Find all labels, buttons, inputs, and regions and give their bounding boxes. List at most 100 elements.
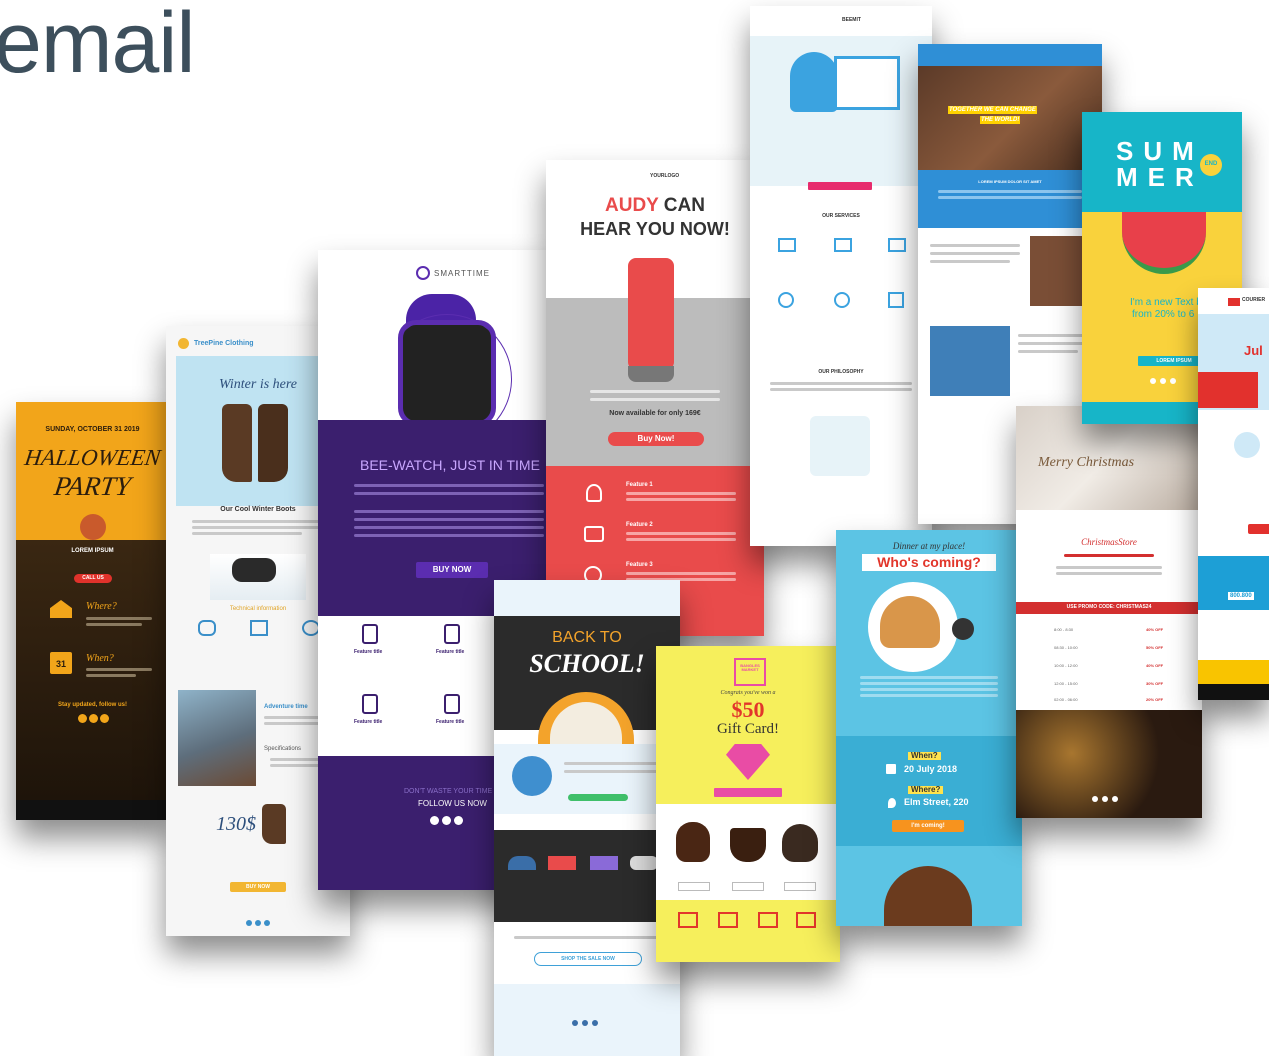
- dinner-address: Elm Street, 220: [904, 797, 969, 807]
- shop-sale-button[interactable]: SHOP THE SALE NOW: [534, 952, 642, 966]
- school-headline-a: BACK TO: [552, 629, 622, 646]
- buy-now-button[interactable]: Buy Now!: [608, 432, 704, 446]
- adventure-heading: Adventure time: [264, 704, 308, 710]
- promo-off: 40% OFF: [1146, 627, 1164, 632]
- product-image: [782, 824, 818, 862]
- banner-line-b: THE WORLD!: [980, 116, 1021, 125]
- social-icon[interactable]: [442, 816, 451, 825]
- email-template-courier[interactable]: COURIER Jul 800.800: [1198, 288, 1269, 700]
- buy-now-button[interactable]: BUY NOW: [230, 882, 286, 892]
- social-icon[interactable]: [1160, 378, 1166, 384]
- social-icon[interactable]: [1150, 378, 1156, 384]
- dinner-headline: Who's coming?: [862, 554, 996, 571]
- social-icon[interactable]: [572, 1020, 578, 1026]
- brand-logo-icon: [178, 338, 189, 349]
- social-icon[interactable]: [78, 714, 87, 723]
- feature-title: Feature title: [354, 649, 383, 655]
- gift-brand: BANGLES MARKET: [740, 663, 760, 673]
- product-button[interactable]: [784, 882, 816, 891]
- feature-title: Feature title: [436, 719, 465, 725]
- email-template-dinner[interactable]: Dinner at my place! Who's coming? When? …: [836, 530, 1022, 926]
- audy-headline-b: HEAR YOU NOW!: [580, 219, 730, 239]
- tech-info-heading: Technical information: [229, 606, 287, 612]
- social-icon[interactable]: [430, 816, 439, 825]
- delivery-icon: [1234, 432, 1260, 458]
- promo-off: 40% OFF: [1146, 663, 1164, 668]
- gauge-icon: [250, 620, 268, 636]
- group-photo: [930, 326, 1010, 396]
- social-icon[interactable]: [1102, 796, 1108, 802]
- social-icon[interactable]: [454, 816, 463, 825]
- email-template-services[interactable]: BEEMIT OUR SERVICES OUR PHILOSOPHY: [750, 6, 932, 546]
- email-template-school[interactable]: BACK TO SCHOOL! SHOP THE SALE NOW: [494, 580, 680, 1056]
- social-icon[interactable]: [1112, 796, 1118, 802]
- buy-now-button[interactable]: BUY NOW: [416, 562, 488, 578]
- store-title: ChristmasStore: [1081, 537, 1137, 547]
- feature-title: Feature title: [354, 719, 383, 725]
- halloween-title: HALLOWEEN: [23, 445, 163, 470]
- social-icon[interactable]: [592, 1020, 598, 1026]
- services-cta[interactable]: [808, 182, 872, 190]
- social-icon[interactable]: [582, 1020, 588, 1026]
- drink-illustration: [952, 618, 974, 640]
- social-icon[interactable]: [264, 920, 270, 926]
- truck-image: [1198, 372, 1258, 408]
- product-image: [590, 856, 618, 870]
- product-image: [508, 856, 536, 870]
- summer-promo-a: I'm a new Text bl: [1130, 297, 1204, 308]
- audy-brand: YOURLOGO: [650, 173, 680, 179]
- audy-headline: AUDY CAN: [546, 196, 764, 216]
- courier-phone: 800.800: [1228, 592, 1254, 601]
- dinner-intro: Dinner at my place!: [892, 541, 966, 551]
- im-coming-button[interactable]: I'm coming!: [892, 820, 964, 832]
- winter-brand: TreePine Clothing: [194, 340, 254, 347]
- winter-headline: Winter is here: [218, 377, 298, 392]
- donut-illustration: [884, 866, 972, 926]
- promo-off: 50% OFF: [1146, 645, 1164, 650]
- calendar-day: 31: [55, 659, 66, 669]
- email-template-giftcard[interactable]: BANGLES MARKET Congrats you've won a $50…: [656, 646, 840, 962]
- feature-icon: [444, 694, 460, 714]
- product-button[interactable]: [732, 882, 764, 891]
- end-badge-label: END: [1204, 161, 1218, 167]
- brand-logo-icon: [416, 266, 430, 280]
- audy-headline-can: CAN: [658, 195, 705, 216]
- pin-icon: [888, 798, 896, 808]
- social-icon[interactable]: [1092, 796, 1098, 802]
- call-us-button[interactable]: CALL US: [74, 574, 112, 583]
- follow-title: FOLLOW US NOW: [418, 799, 487, 808]
- promo-time: 8:00 - 8:30: [1054, 627, 1074, 632]
- email-template-speaker[interactable]: YOURLOGO AUDY CAN HEAR YOU NOW! Now avai…: [546, 160, 764, 636]
- service-icon: [888, 292, 904, 308]
- social-icon[interactable]: [255, 920, 261, 926]
- product-image: [548, 856, 576, 870]
- gift-cta[interactable]: [714, 788, 782, 797]
- email-template-halloween[interactable]: SUNDAY, OCTOBER 31 2019 HALLOWEEN PARTY …: [16, 402, 169, 820]
- social-icon[interactable]: [246, 920, 252, 926]
- summer-promo-b: from 20% to 6: [1132, 309, 1195, 320]
- where-heading: Where?: [86, 601, 117, 612]
- feature-icon: [362, 694, 378, 714]
- social-icon[interactable]: [1170, 378, 1176, 384]
- page-title: email: [0, 0, 196, 91]
- product-button[interactable]: [678, 882, 710, 891]
- halloween-date: SUNDAY, OCTOBER 31 2019: [45, 426, 140, 433]
- school-cta[interactable]: [568, 794, 628, 801]
- percent-icon: [512, 756, 552, 796]
- halloween-subtitle: PARTY: [52, 471, 133, 501]
- social-icon[interactable]: [100, 714, 109, 723]
- social-icon[interactable]: [89, 714, 98, 723]
- christmas-title: Merry Christmas: [1038, 455, 1135, 470]
- product-image: [676, 822, 710, 862]
- speaker-image: [628, 258, 674, 370]
- courier-brand: COURIER: [1242, 297, 1266, 303]
- boots-heading: Our Cool Winter Boots: [220, 506, 296, 513]
- service-icon: [778, 238, 796, 252]
- philosophy-heading: OUR PHILOSOPHY: [818, 369, 864, 375]
- product-image: [630, 856, 658, 870]
- email-template-christmas[interactable]: Merry Christmas ChristmasStore USE PROMO…: [1016, 406, 1202, 818]
- courier-cta[interactable]: [1248, 524, 1269, 534]
- feature-title: Feature title: [436, 649, 465, 655]
- when-heading: When?: [86, 653, 114, 664]
- gift-amount: $50: [731, 697, 765, 722]
